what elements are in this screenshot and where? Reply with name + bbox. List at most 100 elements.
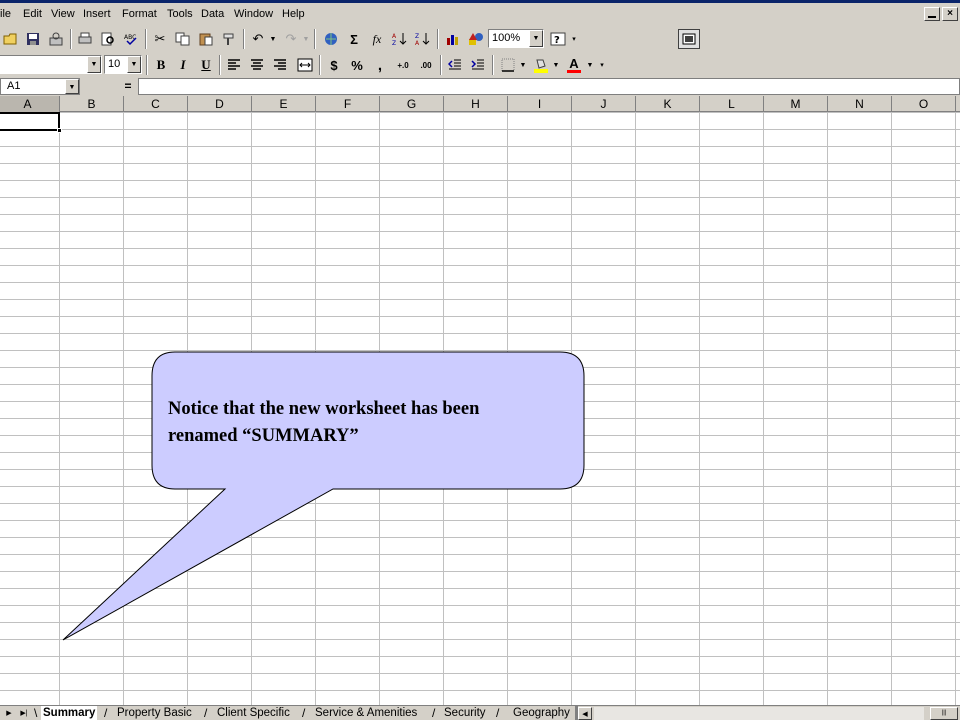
toolbar-options-icon[interactable]: ▾ <box>570 29 578 49</box>
sheet-tab-property-basic[interactable]: Property Basic <box>117 706 192 720</box>
horizontal-scroll-track[interactable] <box>594 707 924 720</box>
format-painter-icon[interactable] <box>218 29 240 49</box>
sheet-tab-summary[interactable]: Summary <box>41 706 98 720</box>
redo-dropdown-icon[interactable]: ▼ <box>302 29 310 49</box>
menu-view[interactable]: View <box>51 8 75 20</box>
print-icon[interactable] <box>74 29 96 49</box>
save-icon[interactable] <box>22 29 44 49</box>
font-color-icon[interactable]: A <box>563 55 585 75</box>
font-size-dropdown-icon[interactable]: ▼ <box>127 56 141 73</box>
decrease-indent-icon[interactable] <box>444 55 466 75</box>
tab-divider: / <box>302 706 306 720</box>
copy-icon[interactable] <box>172 29 194 49</box>
horizontal-scroll-thumb[interactable]: ||| <box>930 707 958 720</box>
formula-input[interactable] <box>138 78 960 95</box>
fill-color-icon[interactable] <box>530 55 552 75</box>
cut-icon[interactable]: ✂ <box>149 29 171 49</box>
menu-file[interactable]: ile <box>0 8 11 20</box>
font-name-combo[interactable]: ▼ <box>0 55 102 74</box>
column-header-j[interactable]: J <box>572 96 636 112</box>
autosum-icon[interactable]: Σ <box>343 29 365 49</box>
undo-icon[interactable]: ↶ <box>247 29 269 49</box>
sheet-tab-client-specific[interactable]: Client Specific <box>217 706 290 720</box>
align-left-icon[interactable] <box>223 55 245 75</box>
increase-decimal-button[interactable]: +.0 <box>392 55 414 75</box>
scroll-left-icon[interactable]: ◀ <box>578 707 592 720</box>
fill-color-dropdown-icon[interactable]: ▼ <box>552 55 560 75</box>
svg-text:A: A <box>392 33 397 40</box>
column-header-f[interactable]: F <box>316 96 380 112</box>
percent-button[interactable]: % <box>346 55 368 75</box>
tab-divider: / <box>204 706 208 720</box>
formula-equals-icon[interactable]: = <box>118 79 138 93</box>
open-icon[interactable] <box>0 29 22 49</box>
tab-scroll-prev-icon[interactable]: ▶ <box>2 707 16 720</box>
column-header-e[interactable]: E <box>252 96 316 112</box>
align-right-icon[interactable] <box>269 55 291 75</box>
help-icon[interactable]: ? <box>547 29 569 49</box>
column-header-d[interactable]: D <box>188 96 252 112</box>
permission-icon[interactable] <box>45 29 67 49</box>
increase-indent-icon[interactable] <box>467 55 489 75</box>
align-center-icon[interactable] <box>246 55 268 75</box>
spelling-icon[interactable]: ABC <box>120 29 142 49</box>
tab-scroll-last-icon[interactable]: ▶| <box>17 707 31 720</box>
column-header-c[interactable]: C <box>124 96 188 112</box>
chart-wizard-icon[interactable] <box>442 29 464 49</box>
print-preview-icon[interactable] <box>97 29 119 49</box>
column-gridline <box>955 112 956 705</box>
font-size-combo[interactable]: 10 ▼ <box>104 55 142 74</box>
column-header-l[interactable]: L <box>700 96 764 112</box>
decrease-decimal-button[interactable]: .00 <box>415 55 437 75</box>
column-header-n[interactable]: N <box>828 96 892 112</box>
formatting-options-icon[interactable]: ▾ <box>598 55 606 75</box>
merge-center-icon[interactable] <box>294 55 316 75</box>
menu-format[interactable]: Format <box>122 8 157 20</box>
toolbar-separator <box>314 29 316 49</box>
column-header-k[interactable]: K <box>636 96 700 112</box>
column-header-a[interactable]: A <box>0 96 60 112</box>
menu-window[interactable]: Window <box>234 8 273 20</box>
window-close-button[interactable]: × <box>942 7 958 21</box>
borders-icon[interactable] <box>497 55 519 75</box>
redo-icon[interactable]: ↷ <box>280 29 302 49</box>
font-color-dropdown-icon[interactable]: ▼ <box>586 55 594 75</box>
column-header-i[interactable]: I <box>508 96 572 112</box>
italic-button[interactable]: I <box>172 55 194 75</box>
zoom-combo[interactable]: 100% ▼ <box>488 29 544 48</box>
bold-button[interactable]: B <box>150 55 172 75</box>
hyperlink-icon[interactable] <box>320 29 342 49</box>
sheet-tab-service-amenities[interactable]: Service & Amenities <box>315 706 417 720</box>
sheet-tab-security[interactable]: Security <box>444 706 486 720</box>
fill-handle[interactable] <box>57 128 62 133</box>
zoom-dropdown-icon[interactable]: ▼ <box>529 30 543 47</box>
column-header-m[interactable]: M <box>764 96 828 112</box>
menu-tools[interactable]: Tools <box>167 8 193 20</box>
window-restore-button[interactable] <box>924 7 940 21</box>
column-header-b[interactable]: B <box>60 96 124 112</box>
menu-data[interactable]: Data <box>201 8 224 20</box>
active-cell-cursor[interactable] <box>0 112 60 131</box>
sort-descending-icon[interactable]: ZA <box>412 29 434 49</box>
sort-ascending-icon[interactable]: AZ <box>389 29 411 49</box>
paste-icon[interactable] <box>195 29 217 49</box>
drawing-icon[interactable] <box>465 29 487 49</box>
sheet-tab-geography[interactable]: Geography <box>513 706 570 720</box>
borders-dropdown-icon[interactable]: ▼ <box>519 55 527 75</box>
font-name-dropdown-icon[interactable]: ▼ <box>87 56 101 73</box>
menu-edit[interactable]: Edit <box>23 8 42 20</box>
extra-toolbar-icon[interactable] <box>678 29 700 49</box>
column-gridline <box>59 112 60 705</box>
comma-button[interactable]: , <box>369 55 391 75</box>
menu-help[interactable]: Help <box>282 8 305 20</box>
column-header-h[interactable]: H <box>444 96 508 112</box>
undo-dropdown-icon[interactable]: ▼ <box>269 29 277 49</box>
column-header-o[interactable]: O <box>892 96 956 112</box>
menu-insert[interactable]: Insert <box>83 8 111 20</box>
name-box-dropdown-icon[interactable]: ▼ <box>65 79 79 94</box>
underline-button[interactable]: U <box>195 55 217 75</box>
insert-function-icon[interactable]: fx <box>366 29 388 49</box>
column-header-g[interactable]: G <box>380 96 444 112</box>
currency-button[interactable]: $ <box>323 55 345 75</box>
column-gridline <box>891 112 892 705</box>
